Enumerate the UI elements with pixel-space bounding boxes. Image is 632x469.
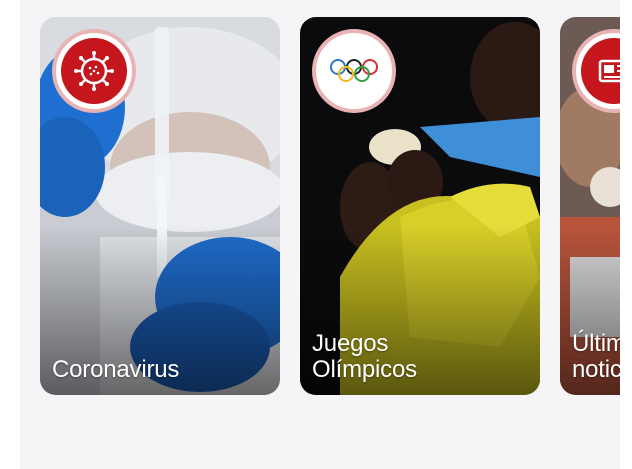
topic-badge	[312, 29, 396, 113]
news-icon	[598, 59, 620, 83]
topic-card-label: Coronavirus	[52, 356, 180, 383]
topic-card-news[interactable]: Últimas noticias	[560, 17, 620, 395]
topic-card-olympics[interactable]: Juegos Olímpicos	[300, 17, 540, 395]
virus-icon	[74, 51, 114, 91]
topic-badge	[52, 29, 136, 113]
topic-carousel: Coronavirus Juegos Olímpicos Últim notic	[20, 0, 620, 469]
topic-card-label: Juegos Olímpicos	[312, 330, 417, 383]
topic-card-coronavirus[interactable]: Coronavirus	[40, 17, 280, 395]
olympic-rings-icon	[330, 59, 378, 82]
topic-card-label: Últimas noticias	[572, 330, 620, 383]
